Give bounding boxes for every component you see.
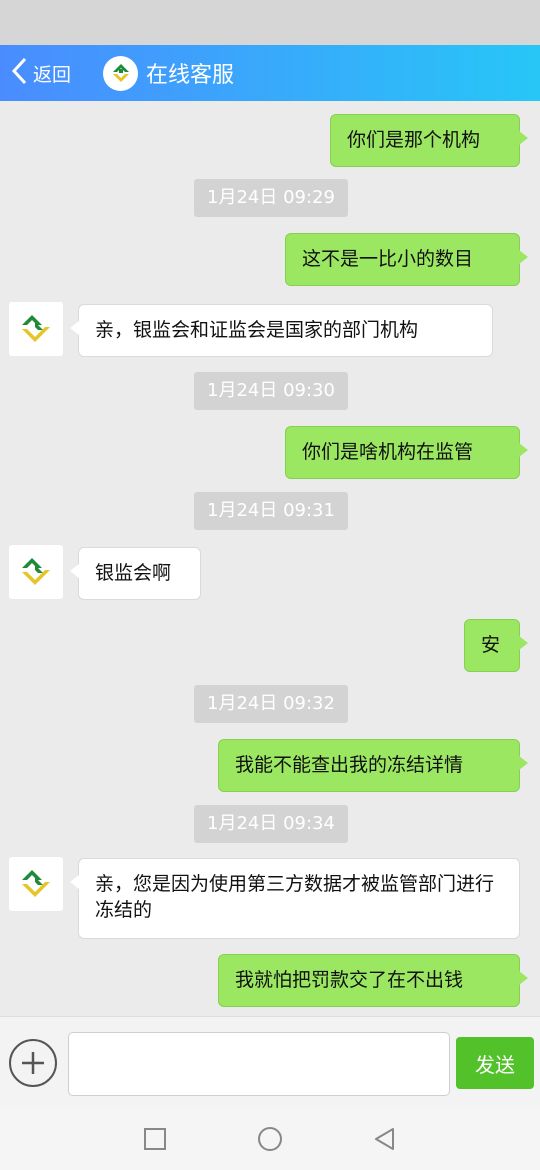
message-timestamp: 1月24日 09:31 [194, 492, 348, 530]
message-bubble-sent[interactable]: 你们是啥机构在监管 [285, 426, 528, 479]
page-title: 在线客服 [146, 63, 235, 88]
back-label: 返回 [33, 63, 72, 86]
back-button[interactable]: 返回 [0, 45, 71, 101]
message-input[interactable] [68, 1032, 450, 1096]
message-bubble-sent[interactable]: 安 [464, 619, 528, 672]
service-logo-icon [103, 55, 139, 91]
service-logo-icon [22, 870, 50, 897]
message-bubble-sent[interactable]: 我能不能查出我的冻结详情 [218, 739, 528, 792]
message-bubble-sent[interactable]: 这不是一比小的数目 [285, 233, 528, 286]
agent-avatar[interactable] [9, 302, 63, 356]
message-bubble-sent[interactable]: 我就怕把罚款交了在不出钱 [218, 954, 528, 1007]
message-bubble-received[interactable]: 亲，银监会和证监会是国家的部门机构 [70, 304, 493, 357]
triangle-back-icon[interactable] [372, 1126, 398, 1152]
message-bubble-received[interactable]: 亲，您是因为使用第三方数据才被监管部门进行冻结的 [70, 858, 520, 939]
status-bar [0, 0, 540, 45]
square-icon[interactable] [142, 1126, 168, 1152]
agent-avatar[interactable] [9, 857, 63, 911]
message-timestamp: 1月24日 09:29 [194, 179, 348, 217]
service-logo-icon [22, 558, 50, 585]
header: 返回 在线客服 [0, 45, 540, 101]
circle-icon[interactable] [257, 1126, 283, 1152]
agent-avatar[interactable] [9, 545, 63, 599]
send-button[interactable]: 发送 [456, 1037, 534, 1089]
message-bubble-sent[interactable]: 你们是那个机构 [330, 114, 528, 167]
plus-circle-icon[interactable] [9, 1039, 57, 1087]
message-timestamp: 1月24日 09:34 [194, 805, 348, 843]
message-timestamp: 1月24日 09:30 [194, 372, 348, 410]
service-logo-icon [22, 315, 50, 342]
chevron-left-icon [10, 56, 30, 90]
chat-list[interactable]: 你们是那个机构 1月24日 09:29 这不是一比小的数目 亲，银监会和证监会是… [0, 101, 540, 1016]
system-nav-bar [0, 1108, 540, 1170]
message-bubble-received[interactable]: 银监会啊 [70, 547, 201, 600]
message-input-bar: 发送 [0, 1016, 540, 1108]
message-timestamp: 1月24日 09:32 [194, 685, 348, 723]
